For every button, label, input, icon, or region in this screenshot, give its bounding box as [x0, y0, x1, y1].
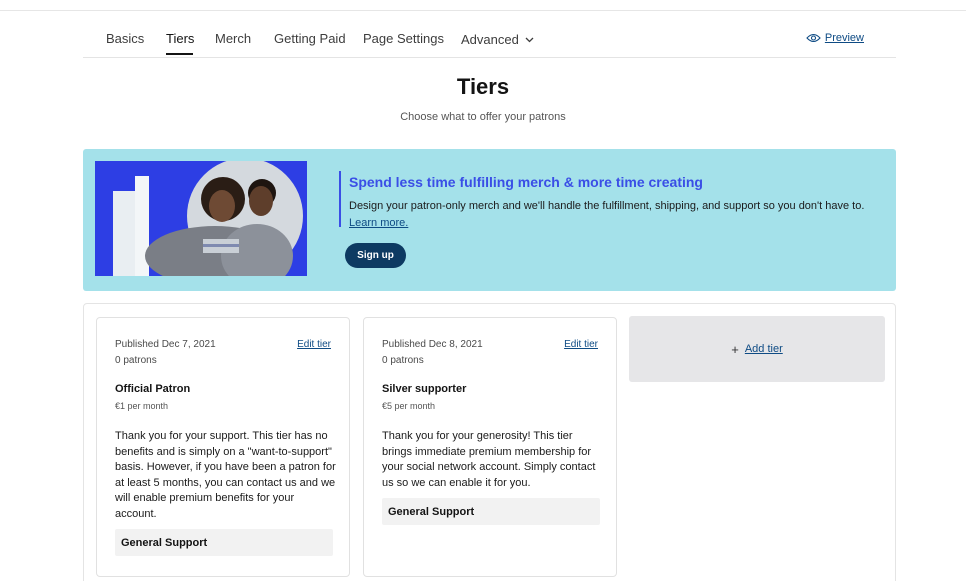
- banner-accent-bar: [339, 171, 341, 227]
- merch-promo-banner: Spend less time fulfilling merch & more …: [83, 149, 896, 291]
- add-tier-label: Add tier: [744, 343, 783, 355]
- tier-card: Published Dec 8, 2021 Edit tier 0 patron…: [363, 317, 617, 577]
- nav-item-advanced-label: Advanced: [461, 32, 519, 47]
- add-tier-button[interactable]: + Add tier: [629, 316, 885, 382]
- nav-item-advanced[interactable]: Advanced: [461, 31, 534, 47]
- tier-price: €5 per month: [382, 401, 436, 411]
- edit-tier-link[interactable]: Edit tier: [564, 339, 598, 350]
- plus-icon: +: [731, 341, 739, 357]
- page-subtitle: Choose what to offer your patrons: [400, 111, 566, 123]
- tiers-section: Published Dec 7, 2021 Edit tier 0 patron…: [83, 303, 896, 581]
- nav-item-basics[interactable]: Basics: [106, 31, 144, 46]
- nav-item-merch[interactable]: Merch: [215, 31, 251, 46]
- tier-published-date: Published Dec 7, 2021: [115, 339, 216, 350]
- chevron-down-icon: [525, 31, 534, 46]
- tier-price: €1 per month: [115, 401, 169, 411]
- banner-description-text: Design your patron-only merch and we'll …: [349, 200, 865, 212]
- nav-item-page-settings[interactable]: Page Settings: [363, 31, 444, 46]
- tier-description: Thank you for your support. This tier ha…: [115, 430, 336, 520]
- banner-headline: Spend less time fulfilling merch & more …: [349, 174, 703, 190]
- preview-link[interactable]: Preview: [806, 32, 864, 44]
- tier-benefit: General Support: [382, 498, 600, 525]
- tier-name: Official Patron: [115, 383, 191, 395]
- nav-item-getting-paid[interactable]: Getting Paid: [274, 31, 346, 46]
- tier-published-date: Published Dec 8, 2021: [382, 339, 483, 350]
- banner-description: Design your patron-only merch and we'll …: [349, 198, 889, 232]
- preview-label: Preview: [824, 32, 864, 44]
- tier-name: Silver supporter: [382, 383, 467, 395]
- tier-card: Published Dec 7, 2021 Edit tier 0 patron…: [96, 317, 350, 577]
- active-tab-underline: [166, 53, 193, 55]
- sign-up-button[interactable]: Sign up: [345, 243, 406, 268]
- tier-description: Thank you for your generosity! This tier…: [382, 430, 596, 489]
- learn-more-link[interactable]: Learn more.: [349, 217, 408, 229]
- tier-benefit: General Support: [115, 529, 333, 556]
- page-title: Tiers: [456, 74, 510, 99]
- edit-tier-link[interactable]: Edit tier: [297, 339, 331, 350]
- eye-icon: [806, 33, 821, 43]
- tier-patron-count: 0 patrons: [382, 355, 424, 366]
- tier-patron-count: 0 patrons: [115, 355, 157, 366]
- promo-photo: [95, 161, 307, 276]
- nav-item-tiers[interactable]: Tiers: [166, 31, 194, 46]
- top-nav: Basics Tiers Merch Getting Paid Page Set…: [83, 11, 896, 58]
